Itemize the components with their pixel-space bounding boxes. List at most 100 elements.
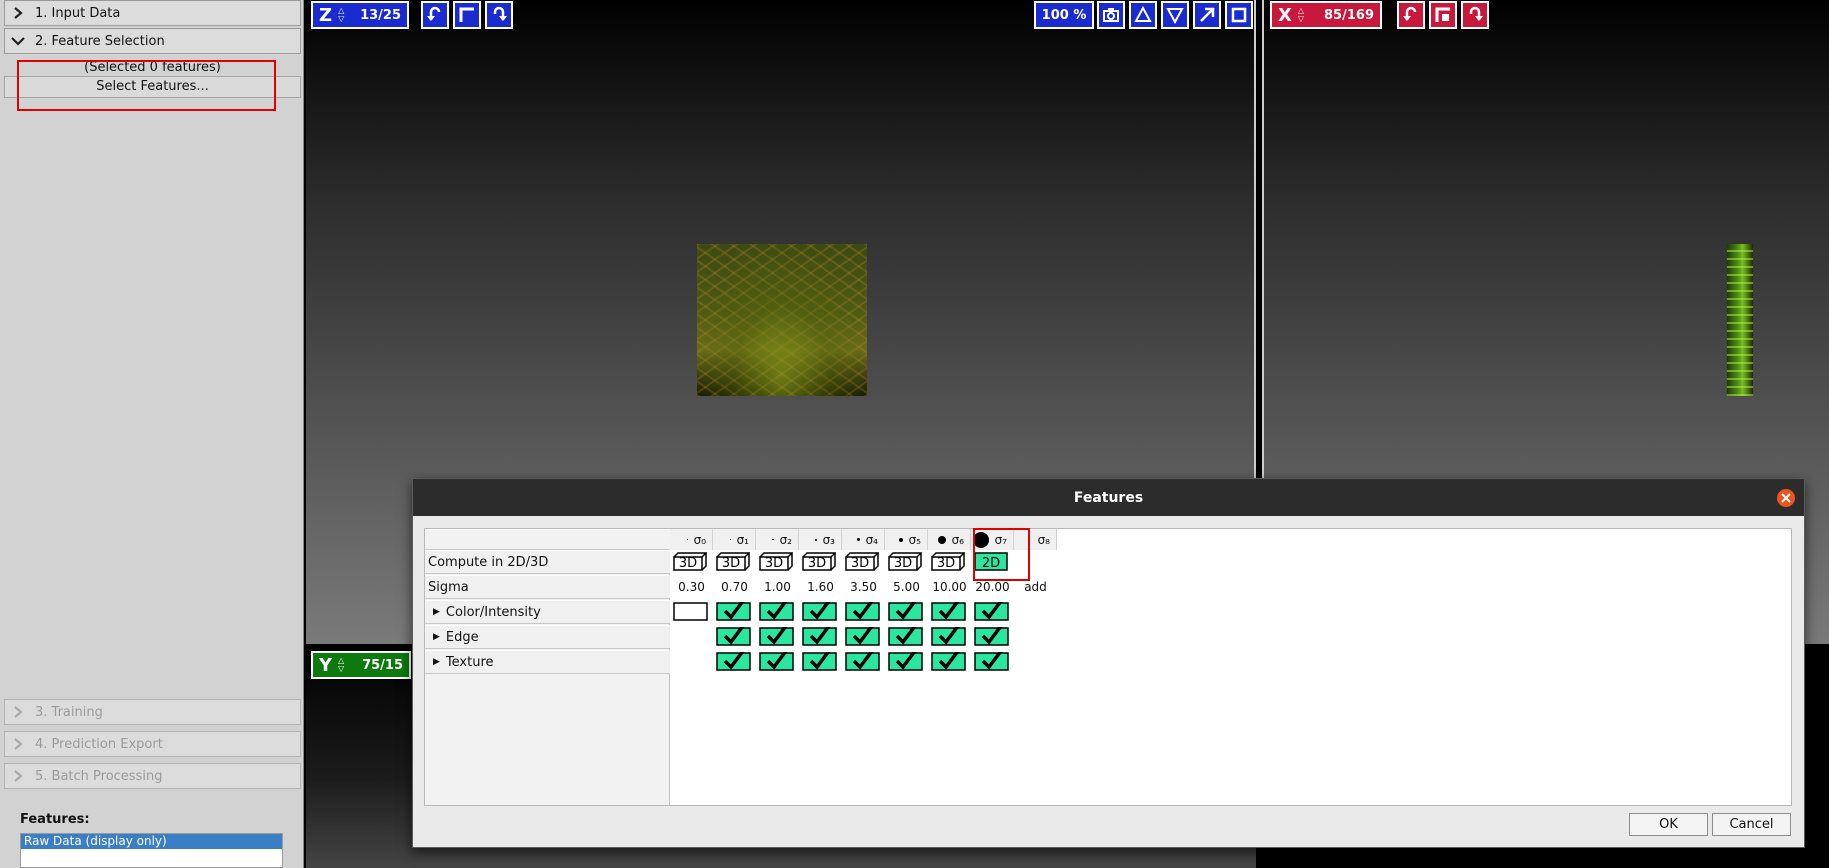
drawer-label: 4. Prediction Export bbox=[35, 736, 163, 752]
applet-panel: 1. Input Data 2. Feature Selection (Sele… bbox=[0, 0, 304, 868]
row-label: Sigma bbox=[428, 579, 469, 595]
checked-checkbox-icon[interactable] bbox=[888, 652, 923, 671]
drawer-input-data[interactable]: 1. Input Data bbox=[4, 0, 301, 26]
checked-checkbox-icon[interactable] bbox=[759, 602, 794, 621]
row-label: Texture bbox=[445, 654, 494, 670]
spin-arrows-icon[interactable]: △ ▽ bbox=[1298, 7, 1304, 23]
microscopy-image-z bbox=[697, 244, 867, 396]
z-slice-spinbox[interactable]: Z △ ▽ 13/25 bbox=[311, 1, 409, 29]
checked-checkbox-icon[interactable] bbox=[716, 627, 751, 646]
row-header-color-intensity[interactable]: ▶ Color/Intensity bbox=[425, 600, 670, 624]
drawer-label: 5. Batch Processing bbox=[35, 768, 163, 784]
checked-checkbox-icon[interactable] bbox=[931, 602, 966, 621]
add-sigma-button[interactable]: add bbox=[1014, 576, 1057, 598]
checked-checkbox-icon[interactable] bbox=[974, 602, 1009, 621]
checked-checkbox-icon[interactable] bbox=[716, 602, 751, 621]
camera-icon[interactable] bbox=[1097, 1, 1125, 29]
sigma-scale-dot-icon bbox=[972, 531, 989, 548]
spin-arrows-icon[interactable]: △ ▽ bbox=[338, 7, 344, 23]
checked-checkbox-icon[interactable] bbox=[716, 652, 751, 671]
zoom-level[interactable]: 100 % bbox=[1034, 1, 1094, 29]
row-header-compute: Compute in 2D/3D bbox=[425, 550, 670, 574]
sigma-scale-dot-icon bbox=[686, 539, 688, 540]
svg-text:3D: 3D bbox=[808, 556, 826, 571]
drawer-prediction-export[interactable]: 4. Prediction Export bbox=[4, 731, 301, 757]
checked-checkbox-icon[interactable] bbox=[888, 627, 923, 646]
svg-text:3D: 3D bbox=[937, 556, 955, 571]
checked-checkbox-icon[interactable] bbox=[845, 627, 880, 646]
expand-triangle-icon[interactable]: ▶ bbox=[433, 657, 440, 667]
toggle-3d-cube-icon[interactable]: 3D bbox=[931, 552, 965, 571]
checked-checkbox-icon[interactable] bbox=[888, 602, 923, 621]
svg-text:3D: 3D bbox=[851, 556, 869, 571]
sigma-symbol: σ₂ bbox=[779, 532, 792, 547]
sigma-scale-dot-icon bbox=[856, 538, 860, 541]
drawer-feature-selection[interactable]: 2. Feature Selection bbox=[4, 28, 301, 54]
checked-checkbox-icon[interactable] bbox=[845, 652, 880, 671]
svg-text:3D: 3D bbox=[894, 556, 912, 571]
layer-list[interactable]: Raw Data (display only) bbox=[20, 833, 283, 868]
checked-checkbox-icon[interactable] bbox=[931, 627, 966, 646]
sigma-symbol: σ₇ bbox=[994, 532, 1007, 547]
toggle-3d-cube-icon[interactable]: 3D bbox=[845, 552, 879, 571]
select-features-button[interactable]: Select Features... bbox=[4, 76, 301, 98]
close-icon[interactable] bbox=[1777, 489, 1795, 507]
sigma-column-header: σ₄ bbox=[842, 529, 885, 550]
rotate-right-icon[interactable] bbox=[485, 1, 513, 29]
swap-axes-icon[interactable] bbox=[1429, 1, 1457, 29]
toggle-2d-icon[interactable]: 2D bbox=[974, 552, 1008, 571]
checked-checkbox-icon[interactable] bbox=[802, 652, 837, 671]
axis-label: Y bbox=[319, 654, 333, 676]
checked-checkbox-icon[interactable] bbox=[802, 627, 837, 646]
corner-header bbox=[425, 529, 670, 550]
sigma-symbol: σ₃ bbox=[822, 532, 835, 547]
unchecked-checkbox-icon[interactable] bbox=[673, 602, 708, 621]
dialog-titlebar: Features bbox=[413, 479, 1804, 516]
checked-checkbox-icon[interactable] bbox=[759, 652, 794, 671]
checked-checkbox-icon[interactable] bbox=[759, 627, 794, 646]
expand-triangle-icon[interactable]: ▶ bbox=[433, 632, 440, 642]
toggle-3d-cube-icon[interactable]: 3D bbox=[716, 552, 750, 571]
sigma-column-header: σ₇ bbox=[971, 529, 1014, 550]
sigma-symbol: σ₆ bbox=[951, 532, 964, 547]
cancel-button[interactable]: Cancel bbox=[1712, 813, 1791, 836]
checked-checkbox-icon[interactable] bbox=[931, 652, 966, 671]
expand-triangle-icon[interactable]: ▶ bbox=[433, 607, 440, 617]
toggle-3d-cube-icon[interactable]: 3D bbox=[888, 552, 922, 571]
swap-axes-icon[interactable] bbox=[453, 1, 481, 29]
triangle-down-icon[interactable] bbox=[1161, 1, 1189, 29]
axis-label: Z bbox=[319, 4, 333, 26]
toggle-3d-cube-icon[interactable]: 3D bbox=[802, 552, 836, 571]
sigma-scale-dot-icon bbox=[772, 538, 774, 541]
row-header-edge[interactable]: ▶ Edge bbox=[425, 625, 670, 649]
svg-text:3D: 3D bbox=[679, 556, 697, 571]
checked-checkbox-icon[interactable] bbox=[974, 627, 1009, 646]
chevron-right-icon bbox=[11, 769, 25, 783]
svg-text:2D: 2D bbox=[982, 556, 1000, 571]
y-slice-spinbox[interactable]: Y △ ▽ 75/15 bbox=[311, 651, 411, 679]
checked-checkbox-icon[interactable] bbox=[802, 602, 837, 621]
row-header-texture[interactable]: ▶ Texture bbox=[425, 650, 670, 674]
sigma-symbol: σ₀ bbox=[693, 532, 706, 547]
drawer-training[interactable]: 3. Training bbox=[4, 699, 301, 725]
toggle-3d-cube-icon[interactable]: 3D bbox=[759, 552, 793, 571]
checked-checkbox-icon[interactable] bbox=[845, 602, 880, 621]
sigma-value: 1.60 bbox=[807, 580, 834, 594]
slice-value: 13/25 bbox=[360, 7, 401, 23]
x-slice-spinbox[interactable]: X △ ▽ 85/169 bbox=[1270, 1, 1382, 29]
rotate-left-icon[interactable] bbox=[421, 1, 449, 29]
layer-item[interactable]: Raw Data (display only) bbox=[21, 834, 282, 849]
square-icon[interactable] bbox=[1225, 1, 1253, 29]
toggle-3d-cube-icon[interactable]: 3D bbox=[673, 552, 707, 571]
checked-checkbox-icon[interactable] bbox=[974, 652, 1009, 671]
ok-button[interactable]: OK bbox=[1629, 813, 1708, 836]
spin-arrows-icon[interactable]: △ ▽ bbox=[338, 657, 344, 673]
maximize-icon[interactable] bbox=[1193, 1, 1221, 29]
microscopy-image-x bbox=[1727, 244, 1753, 396]
rotate-left-icon[interactable] bbox=[1397, 1, 1425, 29]
sigma-value: 20.00 bbox=[975, 580, 1010, 594]
sigma-value: 5.00 bbox=[893, 580, 920, 594]
drawer-batch-processing[interactable]: 5. Batch Processing bbox=[4, 763, 301, 789]
rotate-right-icon[interactable] bbox=[1461, 1, 1489, 29]
triangle-up-icon[interactable] bbox=[1129, 1, 1157, 29]
